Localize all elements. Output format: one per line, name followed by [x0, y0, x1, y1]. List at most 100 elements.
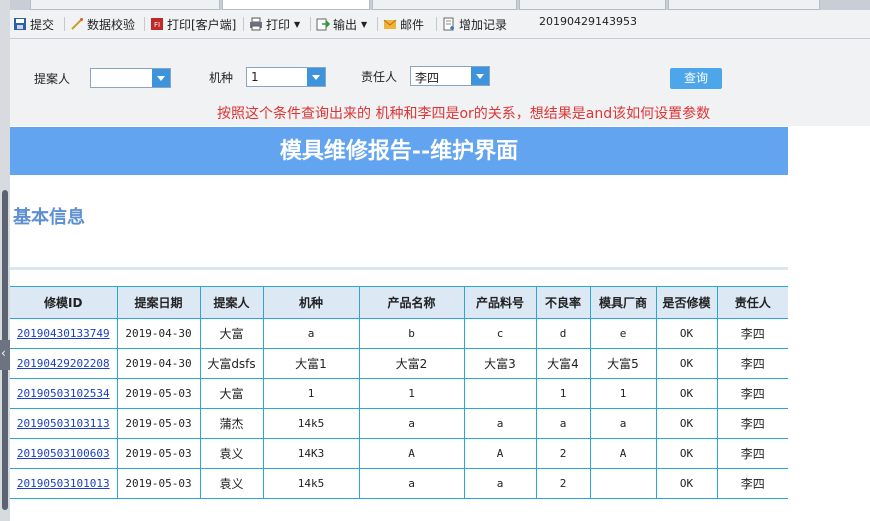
mail-button[interactable]: 邮件 [383, 15, 424, 33]
table-cell: b [358, 318, 465, 349]
table-cell: 大富 [199, 378, 264, 409]
table-row: 20190429202208 2019-04-30 大富dsfs 大富1 大富2… [10, 348, 788, 379]
table-cell: OK [655, 468, 718, 499]
document-number: 20190429143953 [539, 15, 637, 28]
repair-id-link[interactable]: 20190503102534 [17, 387, 110, 400]
machine-select[interactable]: 1 [246, 67, 326, 87]
table-cell: 蒲杰 [199, 408, 264, 439]
dropdown-arrow-icon[interactable] [471, 67, 489, 85]
export-button[interactable]: 输出 ▼ [316, 15, 367, 33]
table-row: 20190503103113 2019-05-03 蒲杰 14k5 a a a … [10, 408, 788, 439]
table-cell: 2019-04-30 [116, 318, 201, 349]
table-cell: A [463, 438, 537, 469]
proposer-select[interactable] [90, 68, 171, 88]
tab-4[interactable] [519, 0, 666, 10]
table-cell: 袁义 [199, 438, 264, 469]
submit-button[interactable]: 提交 [13, 15, 54, 33]
column-header: 模具厂商 [589, 286, 657, 319]
table-cell: 2 [535, 438, 591, 469]
chevron-left-icon: ‹ [1, 346, 6, 360]
print-client-button[interactable]: FI 打印[客户端] [150, 15, 236, 33]
table-cell: 2019-05-03 [116, 378, 201, 409]
table-cell: OK [655, 408, 718, 439]
table-cell: 袁义 [199, 468, 264, 499]
table-cell: 李四 [716, 378, 788, 409]
column-header: 提案人 [199, 286, 264, 319]
table-cell: 1 [535, 378, 591, 409]
table-cell: A [589, 438, 657, 469]
table-cell: 2 [535, 468, 591, 499]
tab-1[interactable] [30, 0, 220, 10]
table-cell: 14k5 [262, 468, 360, 499]
table-cell: 李四 [716, 438, 788, 469]
table-row: 20190430133749 2019-04-30 大富 a b c d e O… [10, 318, 788, 349]
dropdown-arrow-icon[interactable] [307, 68, 325, 86]
section-title: 基本信息 [13, 207, 85, 228]
proposer-label: 提案人 [34, 72, 71, 86]
machine-label: 机种 [209, 71, 234, 85]
table-cell: 李四 [716, 318, 788, 349]
table-cell: 2019-05-03 [116, 408, 201, 439]
table-cell [589, 468, 657, 499]
table-cell: 李四 [716, 348, 788, 379]
owner-select[interactable]: 李四 [410, 66, 490, 86]
section-divider [10, 267, 788, 270]
repair-id-link[interactable]: 20190503100603 [17, 447, 110, 460]
print-button[interactable]: 打印 ▼ [249, 15, 300, 33]
repair-id-link[interactable]: 20190430133749 [17, 327, 110, 340]
add-record-button[interactable]: 增加记录 [442, 15, 507, 33]
column-header: 产品名称 [358, 286, 465, 319]
table-cell: OK [655, 378, 718, 409]
table-cell: a [535, 408, 591, 439]
table-cell: OK [655, 348, 718, 379]
table-cell: 大富 [199, 318, 264, 349]
tab-2-active[interactable] [222, 0, 370, 10]
print-client-icon: FI [151, 18, 163, 30]
tab-5[interactable] [668, 0, 820, 10]
validate-button[interactable]: 数据校验 [70, 15, 135, 33]
validate-icon [71, 18, 83, 30]
table-cell: 2019-05-03 [116, 438, 201, 469]
column-header: 提案日期 [116, 286, 201, 319]
left-edge-panel: ‹ [0, 0, 10, 521]
table-cell: OK [655, 438, 718, 469]
owner-label: 责任人 [361, 70, 398, 84]
column-header: 产品料号 [463, 286, 537, 319]
table-cell: d [535, 318, 591, 349]
column-header: 不良率 [535, 286, 591, 319]
printer-icon [250, 17, 262, 31]
chevron-down-icon: ▼ [361, 19, 368, 29]
table-cell: c [463, 318, 537, 349]
column-header: 是否修模 [655, 286, 718, 319]
tab-strip [10, 0, 870, 10]
table-row: 20190503100603 2019-05-03 袁义 14K3 A A 2 … [10, 438, 788, 469]
repair-report-table: 修模ID 提案日期 提案人 机种 产品名称 产品料号 不良率 模具厂商 是否修模… [10, 286, 788, 499]
collapse-handle[interactable]: ‹ [0, 340, 10, 370]
column-header: 责任人 [716, 286, 788, 319]
repair-id-link[interactable]: 20190503103113 [17, 417, 110, 430]
table-row: 20190503102534 2019-05-03 大富 1 1 1 1 OK … [10, 378, 788, 409]
table-cell: 14K3 [262, 438, 360, 469]
table-cell: 大富dsfs [199, 348, 264, 379]
table-cell: A [358, 438, 465, 469]
table-row: 20190503101013 2019-05-03 袁义 14k5 a a 2 … [10, 468, 788, 499]
svg-text:FI: FI [154, 21, 160, 29]
table-cell: 大富4 [535, 348, 591, 379]
repair-id-link[interactable]: 20190503101013 [17, 477, 110, 490]
table-cell: 大富5 [589, 348, 657, 379]
query-button[interactable]: 查询 [670, 68, 722, 89]
toolbar: 提交 数据校验 FI 打印[客户端] 打印 ▼ 输出 ▼ 邮件 增加记录 201… [10, 10, 870, 39]
column-header: 机种 [262, 286, 360, 319]
tab-3[interactable] [372, 0, 517, 10]
table-cell: 大富1 [262, 348, 360, 379]
table-cell: OK [655, 318, 718, 349]
repair-id-link[interactable]: 20190429202208 [17, 357, 110, 370]
table-cell: 大富3 [463, 348, 537, 379]
table-cell: 李四 [716, 468, 788, 499]
chevron-down-icon: ▼ [294, 19, 301, 29]
table-cell: a [358, 468, 465, 499]
add-record-icon [443, 17, 454, 31]
dropdown-arrow-icon[interactable] [152, 69, 170, 87]
query-panel: 提案人 机种 1 责任人 李四 查询 按照这个条件查询出来的 机种和李四是or的… [10, 39, 870, 126]
table-cell: 2019-04-30 [116, 348, 201, 379]
